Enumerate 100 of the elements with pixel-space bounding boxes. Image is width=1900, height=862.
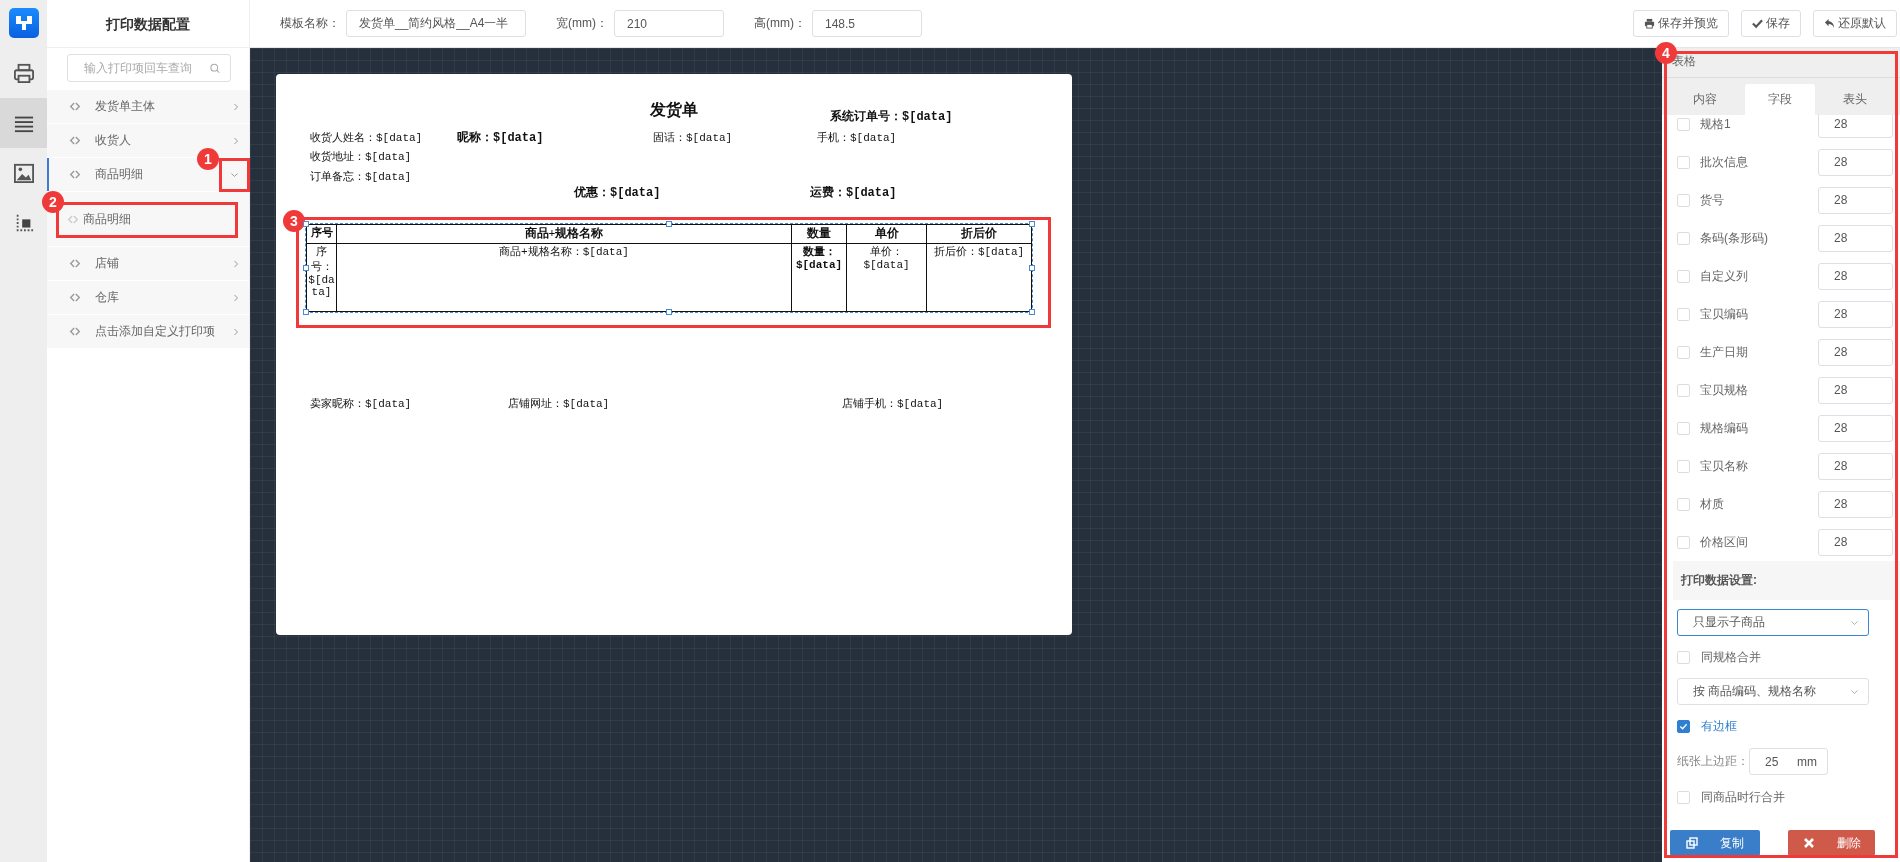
template-field[interactable]: 收货人姓名：$[data] xyxy=(310,130,423,145)
field-label: 宝贝编码 xyxy=(1700,305,1749,323)
template-field[interactable]: 收货地址：$[data] xyxy=(310,149,412,164)
checkbox-label[interactable]: 同规格合并 xyxy=(1701,648,1761,666)
field-label: 货号 xyxy=(1700,191,1725,209)
check-icon xyxy=(1752,18,1763,29)
link-icon xyxy=(69,293,81,302)
table-cell: 单价：$[data] xyxy=(846,243,927,312)
undo-icon xyxy=(1824,18,1835,29)
panel-title: 打印数据配置 xyxy=(47,0,249,48)
sidebar-item[interactable]: 点击添加自定义打印项 xyxy=(47,315,249,348)
number-field[interactable]: 28 xyxy=(1818,528,1893,556)
number-field[interactable]: 25 mm xyxy=(1749,748,1828,775)
resize-handle[interactable] xyxy=(1029,309,1035,315)
link-icon xyxy=(69,136,81,145)
field-label: 条码(条形码) xyxy=(1700,229,1769,247)
chevron-right-icon[interactable] xyxy=(233,136,239,145)
section-header: 打印数据设置: xyxy=(1673,561,1900,600)
resize-handle[interactable] xyxy=(1029,265,1035,271)
template-field[interactable]: 订单备忘：$[data] xyxy=(310,169,412,184)
link-icon xyxy=(67,214,79,224)
printer-icon xyxy=(1644,18,1655,29)
delete-button[interactable]: 删除 xyxy=(1788,830,1875,856)
template-field[interactable]: 店铺网址：$[data] xyxy=(508,396,610,411)
dropdown[interactable]: 只显示子商品 xyxy=(1677,609,1869,636)
number-field[interactable]: 28 xyxy=(1818,338,1893,366)
field-label: 纸张上边距： xyxy=(1677,753,1749,770)
chevron-down-icon[interactable] xyxy=(230,171,239,178)
chevron-right-icon[interactable] xyxy=(233,327,239,336)
template-field[interactable]: 运费：$[data] xyxy=(810,184,897,201)
number-field[interactable]: 28 xyxy=(1818,452,1893,480)
text-field[interactable]: 148.5 xyxy=(811,10,922,37)
resize-handle[interactable] xyxy=(303,265,309,271)
template-field[interactable]: 固话：$[data] xyxy=(653,130,733,145)
image-icon xyxy=(12,163,35,183)
link-icon xyxy=(69,327,81,336)
printer-icon xyxy=(12,63,35,83)
resize-handle[interactable] xyxy=(303,221,309,227)
number-field[interactable]: 28 xyxy=(1818,224,1893,252)
field-label: 自定义列 xyxy=(1700,267,1749,285)
table-selection-frame[interactable]: 序号 商品+规格名称 数量 单价 折后价 序号：$[data] 商品+规格名称：$[data] 数量：$[data] 单价：$[data] 折后价：$[data] xyxy=(305,223,1033,313)
field-label: 宽(mm)： xyxy=(556,15,608,32)
checkbox-label[interactable]: 同商品时行合并 xyxy=(1701,788,1785,806)
template-field[interactable]: 昵称：$[data] xyxy=(457,129,544,146)
checkbox[interactable] xyxy=(1677,719,1690,733)
text-field[interactable]: 发货单__简约风格__A4一半 xyxy=(346,10,526,37)
save-button[interactable]: 保存 xyxy=(1741,10,1801,37)
copy-button[interactable]: 复制 xyxy=(1670,830,1760,856)
sidebar-item[interactable]: 仓库 xyxy=(47,281,249,314)
preview-button[interactable]: 保存并预览 xyxy=(1633,10,1729,37)
text-field[interactable]: 210 xyxy=(614,10,724,37)
number-field[interactable]: 28 xyxy=(1818,115,1893,138)
resize-handle[interactable] xyxy=(666,309,672,315)
search-field[interactable]: 输入打印项回车查询 xyxy=(67,54,231,82)
field-label: 宝贝名称 xyxy=(1700,457,1749,475)
reset-button[interactable]: 还原默认 xyxy=(1813,10,1897,37)
dropdown[interactable]: 按 商品编码、规格名称 xyxy=(1677,678,1869,705)
number-field[interactable]: 28 xyxy=(1818,376,1893,404)
number-field[interactable]: 28 xyxy=(1818,186,1893,214)
sidebar-item[interactable]: 发货单主体 xyxy=(47,90,249,123)
annotation-frame xyxy=(219,158,250,192)
sidebar-item[interactable]: 店铺 xyxy=(47,247,249,280)
column-header: 商品+规格名称 xyxy=(336,224,792,244)
column-header: 数量 xyxy=(791,224,847,244)
template-field[interactable]: 手机：$[data] xyxy=(817,130,897,145)
field-label: 规格1 xyxy=(1700,115,1732,133)
copy-icon xyxy=(1686,837,1698,849)
field-label: 生产日期 xyxy=(1700,343,1749,361)
chevron-right-icon[interactable] xyxy=(233,293,239,302)
field-label: 价格区间 xyxy=(1700,533,1749,551)
document-title: 发货单 xyxy=(649,100,699,121)
resize-handle[interactable] xyxy=(1029,221,1035,227)
link-icon xyxy=(69,259,81,268)
search-icon xyxy=(209,62,220,74)
chevron-right-icon[interactable] xyxy=(233,259,239,268)
template-field[interactable]: 店铺手机：$[data] xyxy=(842,396,944,411)
tab[interactable]: 表头 xyxy=(1815,84,1895,115)
column-header: 序号 xyxy=(306,224,337,244)
number-field[interactable]: 28 xyxy=(1818,490,1893,518)
number-field[interactable]: 28 xyxy=(1818,262,1893,290)
tab[interactable]: 内容 xyxy=(1665,84,1745,115)
number-field[interactable]: 28 xyxy=(1818,414,1893,442)
field-label: 高(mm)： xyxy=(754,15,806,32)
table-cell: 商品+规格名称：$[data] xyxy=(336,243,792,312)
number-field[interactable]: 28 xyxy=(1818,148,1893,176)
template-field[interactable]: 优惠：$[data] xyxy=(574,184,661,201)
checkbox-label[interactable]: 有边框 xyxy=(1701,717,1737,735)
tab[interactable]: 字段 xyxy=(1745,84,1815,115)
template-field[interactable]: 卖家昵称：$[data] xyxy=(310,396,412,411)
resize-handle[interactable] xyxy=(666,221,672,227)
search-input[interactable]: 输入打印项回车查询 xyxy=(84,61,210,75)
close-icon xyxy=(1802,837,1815,849)
chevron-down-icon xyxy=(1850,688,1859,695)
field-label: 材质 xyxy=(1700,495,1725,513)
column-header: 折后价 xyxy=(926,224,1032,244)
chevron-right-icon[interactable] xyxy=(233,102,239,111)
number-field[interactable]: 28 xyxy=(1818,300,1893,328)
resize-handle[interactable] xyxy=(303,309,309,315)
field-label: 批次信息 xyxy=(1700,153,1749,171)
template-field[interactable]: 系统订单号：$[data] xyxy=(830,108,953,125)
